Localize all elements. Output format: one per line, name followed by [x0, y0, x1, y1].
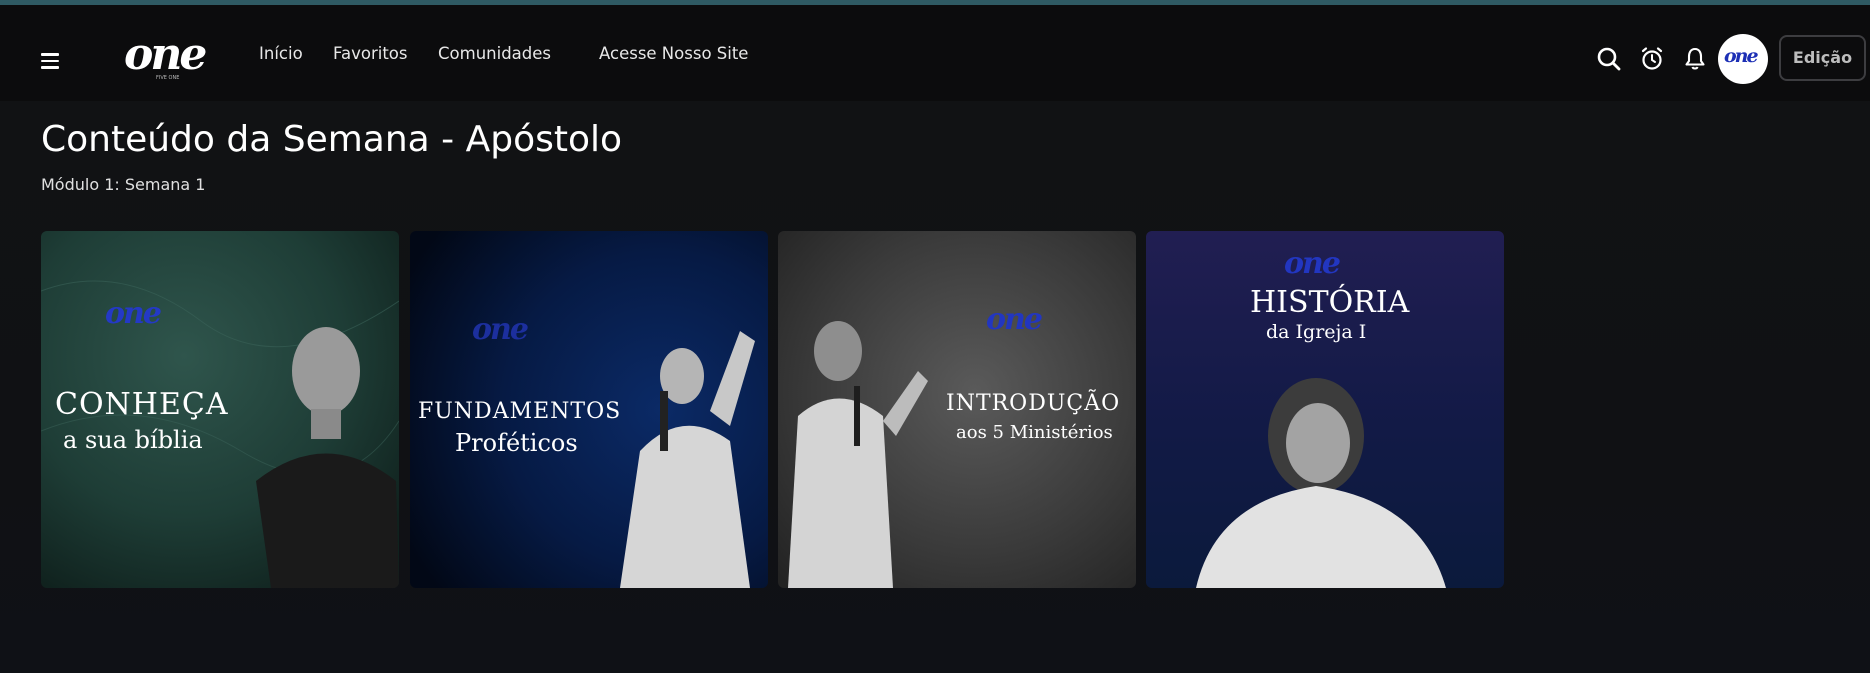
hamburger-menu-icon[interactable] [38, 51, 62, 71]
bell-icon[interactable] [1681, 45, 1709, 73]
nav-link-acesse-site[interactable]: Acesse Nosso Site [599, 43, 748, 65]
brand-logo[interactable]: one FIVE ONE [124, 29, 212, 83]
content-card-historia[interactable]: one HISTÓRIA da Igreja I [1146, 231, 1504, 588]
navbar: one FIVE ONE Início Favoritos Comunidade… [0, 5, 1870, 101]
card-title-line2: a sua bíblia [63, 426, 203, 454]
avatar[interactable]: one [1718, 34, 1768, 84]
card-title-line1: INTRODUÇÃO [946, 388, 1120, 416]
card-title-line2: aos 5 Ministérios [956, 422, 1113, 443]
card-artwork: one HISTÓRIA da Igreja I [1146, 231, 1504, 588]
page-subtitle: Módulo 1: Semana 1 [41, 175, 206, 194]
card-logo: one [986, 302, 1042, 337]
card-artwork: one CONHEÇA a sua bíblia [41, 231, 399, 588]
card-title-line1: CONHEÇA [55, 387, 228, 422]
card-title-line2: Proféticos [455, 429, 578, 457]
logo-text: one [124, 29, 207, 80]
alarm-clock-icon[interactable] [1638, 45, 1666, 73]
nav-link-favoritos[interactable]: Favoritos [333, 43, 407, 65]
logo-subtext: FIVE ONE [156, 75, 180, 81]
content-card-fundamentos[interactable]: one FUNDAMENTOS Proféticos [410, 231, 768, 588]
card-artwork: one INTRODUÇÃO aos 5 Ministérios [778, 231, 1136, 588]
card-title-line1: HISTÓRIA [1250, 284, 1410, 320]
card-logo: one [1284, 246, 1340, 281]
content-card-conheca[interactable]: one CONHEÇA a sua bíblia [41, 231, 399, 588]
search-icon[interactable] [1595, 45, 1623, 73]
avatar-logo-text: one [1724, 45, 1759, 67]
card-logo: one [105, 296, 161, 331]
nav-link-comunidades[interactable]: Comunidades [438, 43, 551, 65]
card-title-line2: da Igreja I [1266, 321, 1366, 343]
page-title: Conteúdo da Semana - Apóstolo [41, 119, 623, 160]
card-artwork: one FUNDAMENTOS Proféticos [410, 231, 768, 588]
card-title-line1: FUNDAMENTOS [418, 399, 621, 424]
content-card-introducao[interactable]: one INTRODUÇÃO aos 5 Ministérios [778, 231, 1136, 588]
nav-link-inicio[interactable]: Início [259, 43, 303, 65]
card-logo: one [472, 312, 528, 347]
edit-button[interactable]: Edição [1779, 35, 1866, 81]
